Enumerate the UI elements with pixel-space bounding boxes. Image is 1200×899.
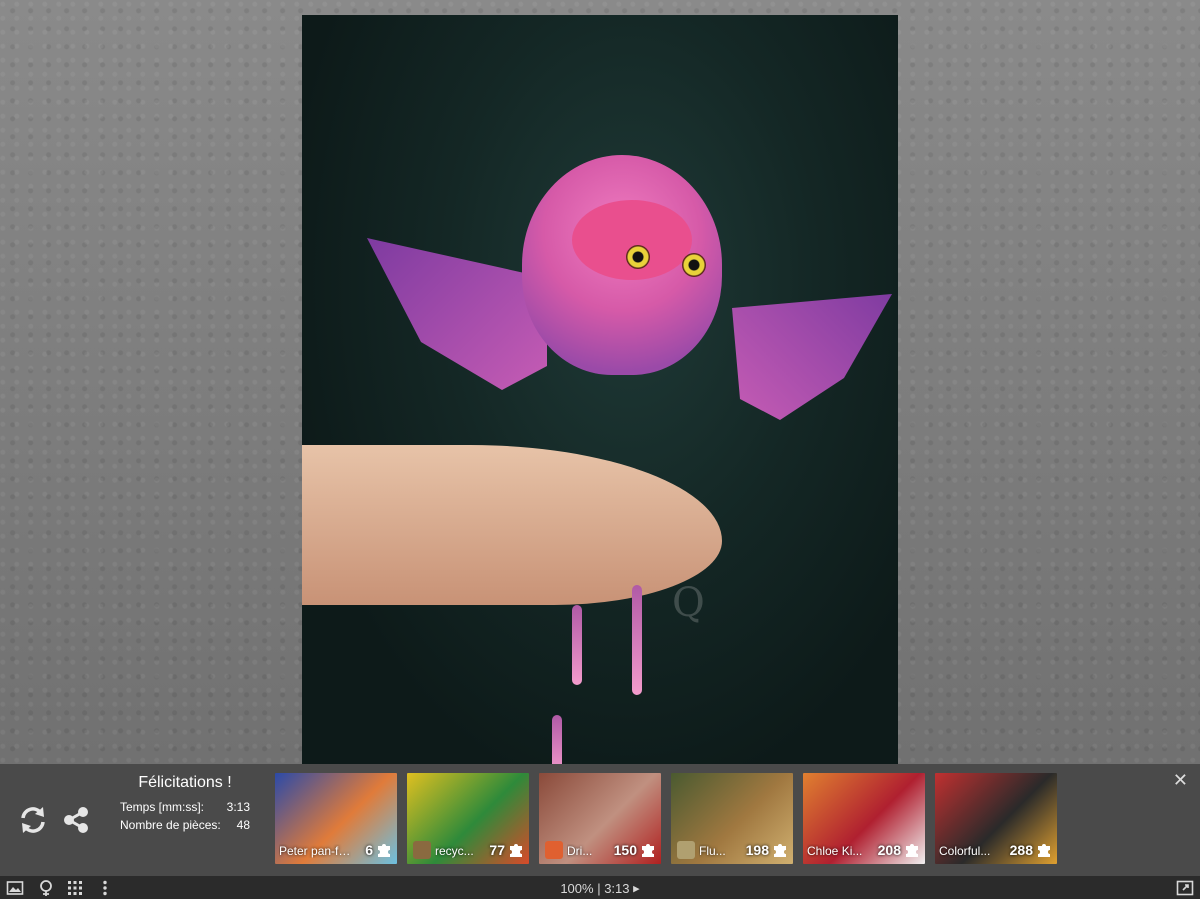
puzzle-board: Q bbox=[0, 0, 1200, 775]
suggested-puzzle[interactable]: Chloe Ki... 208 bbox=[803, 773, 925, 864]
close-panel-button[interactable]: ✕ bbox=[1173, 770, 1188, 791]
status-bar: 100% | 3:13 ▸ bbox=[0, 876, 1200, 899]
puzzle-piece-icon bbox=[906, 844, 918, 857]
puzzle-title: Flu... bbox=[699, 844, 726, 858]
owl-left-eye bbox=[626, 245, 650, 269]
fullscreen-icon[interactable] bbox=[1176, 879, 1194, 897]
piece-count: 288 bbox=[1009, 842, 1033, 858]
pieces-label: Nombre de pièces: bbox=[120, 818, 221, 832]
puzzle-title: recyc... bbox=[435, 844, 474, 858]
time-label: Temps [mm:ss]: bbox=[120, 800, 205, 814]
puzzle-title: Colorful... bbox=[939, 844, 991, 858]
suggested-puzzle[interactable]: Dri... 150 bbox=[539, 773, 661, 864]
zoom-level[interactable]: 100% bbox=[560, 881, 593, 896]
author-avatar bbox=[545, 841, 563, 859]
time-row: Temps [mm:ss]: 3:13 bbox=[120, 798, 250, 816]
puzzle-piece-icon bbox=[642, 844, 654, 857]
zoom-timer-readout: 100% | 3:13 ▸ bbox=[0, 880, 1200, 897]
puzzle-piece-icon bbox=[1038, 844, 1050, 857]
suggested-puzzles: Peter pan-fl... 6 recyc... 77 Dri... 150… bbox=[275, 773, 1057, 864]
play-icon[interactable]: ▸ bbox=[633, 881, 640, 896]
feather-tail bbox=[572, 605, 582, 685]
pieces-value: 48 bbox=[236, 818, 250, 832]
puzzle-title: Dri... bbox=[567, 844, 593, 858]
owl-right-wing bbox=[732, 294, 892, 420]
suggested-puzzle[interactable]: recyc... 77 bbox=[407, 773, 529, 864]
owl-face bbox=[572, 200, 692, 280]
puzzle-piece-icon bbox=[510, 844, 522, 857]
owl-left-wing bbox=[367, 238, 547, 390]
puzzle-piece-icon bbox=[378, 844, 390, 857]
piece-count: 150 bbox=[613, 842, 637, 858]
author-avatar bbox=[413, 841, 431, 859]
artist-watermark: Q bbox=[672, 580, 705, 626]
refresh-icon[interactable] bbox=[17, 804, 49, 836]
status-separator: | bbox=[597, 881, 601, 897]
piece-count: 77 bbox=[489, 842, 505, 858]
puzzle-title: Peter pan-fl... bbox=[279, 844, 351, 858]
author-avatar bbox=[677, 841, 695, 859]
owl-right-eye bbox=[682, 253, 706, 277]
share-icon[interactable] bbox=[60, 804, 92, 836]
congrats-title: Félicitations ! bbox=[138, 774, 232, 791]
feather-tail bbox=[632, 585, 642, 695]
suggested-puzzle[interactable]: Peter pan-fl... 6 bbox=[275, 773, 397, 864]
piece-count: 208 bbox=[877, 842, 901, 858]
puzzle-title: Chloe Ki... bbox=[807, 844, 863, 858]
time-value: 3:13 bbox=[226, 800, 250, 814]
hand-arm bbox=[302, 445, 722, 605]
puzzle-piece-icon bbox=[774, 844, 786, 857]
timer-value: 3:13 bbox=[604, 881, 630, 897]
completion-summary: Félicitations ! Temps [mm:ss]: 3:13 Nomb… bbox=[120, 774, 250, 834]
completion-panel: Félicitations ! Temps [mm:ss]: 3:13 Nomb… bbox=[0, 764, 1200, 876]
piece-count: 6 bbox=[365, 842, 373, 858]
pieces-row: Nombre de pièces: 48 bbox=[120, 816, 250, 834]
suggested-puzzle[interactable]: Flu... 198 bbox=[671, 773, 793, 864]
suggested-puzzle[interactable]: Colorful... 288 bbox=[935, 773, 1057, 864]
completed-puzzle-image: Q bbox=[302, 15, 898, 775]
piece-count: 198 bbox=[745, 842, 769, 858]
